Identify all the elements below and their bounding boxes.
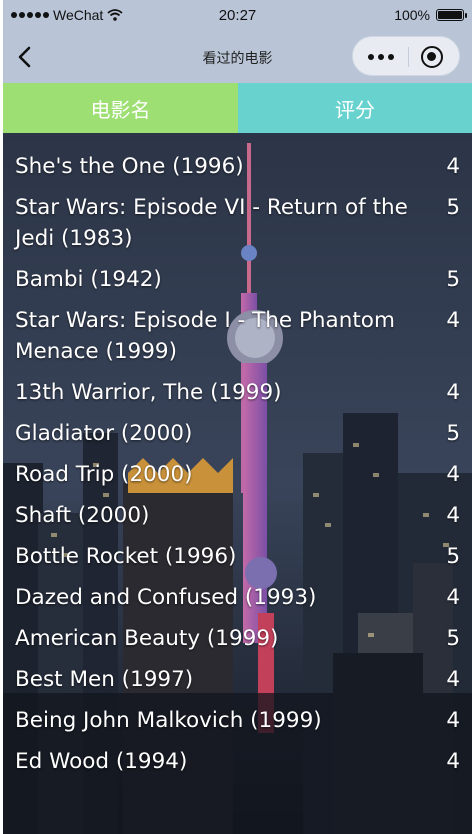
movie-row[interactable]: Being John Malkovich (1999) 4 [3,700,472,741]
movie-row[interactable]: Best Men (1997) 4 [3,659,472,700]
movie-score: 4 [446,462,460,487]
movie-row[interactable]: Bambi (1942) 5 [3,259,472,300]
watched-movies-list: She's the One (1996) 4 Star Wars: Episode … [3,146,472,782]
movie-score: 5 [446,421,460,446]
movie-row[interactable]: Shaft (2000) 4 [3,495,472,536]
movie-score: 4 [446,749,460,774]
movie-score: 5 [446,195,460,220]
movie-score: 4 [446,503,460,528]
movie-score: 4 [446,308,460,333]
phone-frame: WeChat 20:27 100% 看过的电影 电影名 评分 She's the… [3,0,472,834]
movie-row[interactable]: Ed Wood (1994) 4 [3,741,472,782]
more-options-icon[interactable] [368,48,394,60]
movie-title: 13th Warrior, The (1999) [15,380,282,405]
movie-score: 4 [446,380,460,405]
tab-score[interactable]: 评分 [238,83,472,133]
column-header-tabs: 电影名 评分 [3,83,472,133]
movie-score: 4 [446,154,460,179]
movie-title: Star Wars: Episode VI - Return of the Je… [15,195,408,251]
movie-score: 4 [446,667,460,692]
movie-title: Road Trip (2000) [15,462,193,487]
movie-title: Ed Wood (1994) [15,749,188,774]
battery-info: 100% [394,7,467,23]
movie-row[interactable]: 13th Warrior, The (1999) 4 [3,372,472,413]
battery-icon [436,9,467,21]
movie-title: Bottle Rocket (1996) [15,544,237,569]
movie-row[interactable]: Star Wars: Episode VI - Return of the Je… [3,187,472,259]
movie-score: 4 [446,708,460,733]
movie-score: 5 [446,544,460,569]
capsule-divider [408,47,409,67]
mini-program-capsule [352,36,460,76]
movie-row[interactable]: American Beauty (1999) 5 [3,618,472,659]
movie-title: Bambi (1942) [15,267,162,292]
close-mini-program-icon[interactable] [421,46,443,68]
movie-score: 5 [446,267,460,292]
movie-title: American Beauty (1999) [15,626,279,651]
movie-title: Best Men (1997) [15,667,194,692]
movie-title: Shaft (2000) [15,503,150,528]
movie-title: Being John Malkovich (1999) [15,708,322,733]
movie-row[interactable]: Gladiator (2000) 5 [3,413,472,454]
movie-row[interactable]: Dazed and Confused (1993) 4 [3,577,472,618]
status-bar: WeChat 20:27 100% [3,0,472,32]
movie-row[interactable]: She's the One (1996) 4 [3,146,472,187]
movie-score: 4 [446,585,460,610]
movie-title: Dazed and Confused (1993) [15,585,317,610]
movie-title: Gladiator (2000) [15,421,193,446]
movie-score: 5 [446,626,460,651]
movie-row[interactable]: Road Trip (2000) 4 [3,454,472,495]
movie-row[interactable]: Bottle Rocket (1996) 5 [3,536,472,577]
movie-title: She's the One (1996) [15,154,244,179]
navigation-bar: 看过的电影 [3,32,472,83]
tab-movie-name[interactable]: 电影名 [3,83,238,133]
movie-row[interactable]: Star Wars: Episode I - The Phantom Menac… [3,300,472,372]
movie-title: Star Wars: Episode I - The Phantom Menac… [15,308,395,364]
battery-percent: 100% [394,7,430,23]
